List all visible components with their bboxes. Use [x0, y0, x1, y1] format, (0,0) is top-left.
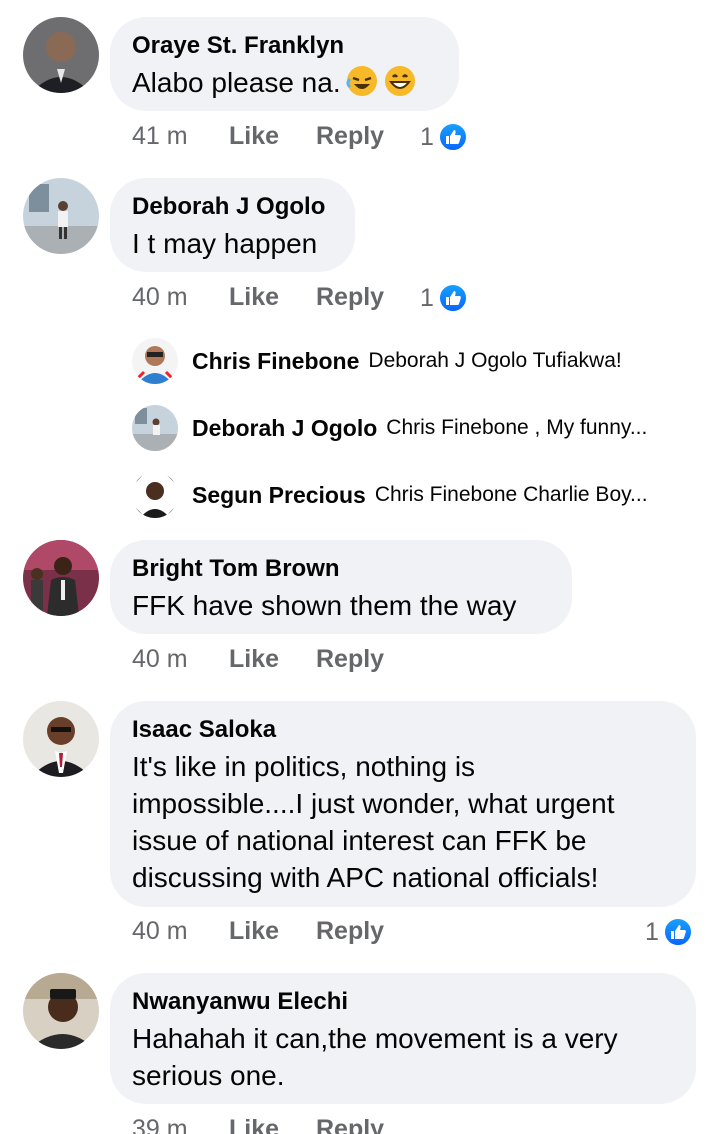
comment-time[interactable]: 40 m	[132, 645, 188, 674]
reply-author[interactable]: Segun Precious	[192, 482, 366, 509]
comment-actions: 40 m Like Reply	[132, 645, 392, 679]
avatar	[132, 338, 178, 384]
comment-time[interactable]: 40 m	[132, 917, 188, 946]
comment-actions: 40 m Like Reply	[132, 917, 392, 951]
comment-bubble: Nwanyanwu Elechi Hahahah it can,the move…	[110, 973, 696, 1104]
comment-bubble: Isaac Saloka It's like in politics, noth…	[110, 701, 696, 907]
avatar[interactable]	[23, 701, 99, 777]
comment-author[interactable]: Deborah J Ogolo	[132, 192, 333, 222]
like-button[interactable]: Like	[229, 122, 279, 151]
like-button[interactable]: Like	[229, 917, 279, 946]
reply-author[interactable]: Chris Finebone	[192, 348, 359, 375]
reaction-count[interactable]: 1	[420, 120, 468, 154]
comment-text: I t may happen	[132, 228, 318, 259]
avatar[interactable]	[23, 17, 99, 93]
comment-time[interactable]: 39 m	[132, 1115, 188, 1134]
comment-time[interactable]: 41 m	[132, 122, 188, 151]
comment-text-line: discussing with APC national officials!	[132, 862, 599, 893]
comment-text-line: impossible....I just wonder, what urgent	[132, 788, 615, 819]
reply-button[interactable]: Reply	[316, 122, 384, 151]
comment-bubble: Deborah J Ogolo I t may happen	[110, 178, 355, 272]
reply-text: Chris Finebone , My funny...	[386, 416, 648, 439]
comment-author[interactable]: Isaac Saloka	[132, 715, 674, 745]
comment-text: Hahahah it can,the movement is a very se…	[132, 1020, 674, 1094]
like-button[interactable]: Like	[229, 645, 279, 674]
reply-button[interactable]: Reply	[316, 645, 384, 674]
comment-bubble: Oraye St. Franklyn Alabo please na.	[110, 17, 459, 111]
grin-emoji	[384, 66, 415, 96]
reply-preview[interactable]: Chris Finebone Deborah J Ogolo Tufiakwa!	[132, 338, 622, 384]
avatar	[132, 472, 178, 518]
comment-bubble: Bright Tom Brown FFK have shown them the…	[110, 540, 572, 634]
comment-text-line: It's like in politics, nothing is	[132, 751, 476, 782]
comment-author[interactable]: Oraye St. Franklyn	[132, 31, 437, 61]
comment-author[interactable]: Bright Tom Brown	[132, 554, 550, 584]
reply-button[interactable]: Reply	[316, 283, 384, 312]
like-button[interactable]: Like	[229, 283, 279, 312]
rofl-emoji	[346, 66, 377, 96]
reply-text: Deborah J Ogolo Tufiakwa!	[368, 349, 622, 372]
comment-text-line: issue of national interest can FFK be	[132, 825, 587, 856]
avatar[interactable]	[23, 973, 99, 1049]
reply-preview[interactable]: Segun Precious Chris Finebone Charlie Bo…	[132, 472, 648, 518]
reply-preview[interactable]: Deborah J Ogolo Chris Finebone , My funn…	[132, 405, 647, 451]
comment-actions: 41 m Like Reply	[132, 122, 392, 156]
reply-text: Chris Finebone Charlie Boy...	[374, 483, 648, 506]
comment-text: FFK have shown them the way	[132, 590, 517, 621]
reaction-count[interactable]: 1	[420, 281, 468, 315]
avatar[interactable]	[23, 540, 99, 616]
reaction-count[interactable]: 1	[645, 915, 693, 949]
thumbs-up-icon	[437, 122, 468, 152]
reply-author[interactable]: Deborah J Ogolo	[192, 415, 377, 442]
avatar	[132, 405, 178, 451]
reply-button[interactable]: Reply	[316, 917, 384, 946]
like-button[interactable]: Like	[229, 1115, 279, 1134]
comment-actions: 39 m Like Reply	[132, 1115, 392, 1134]
comment-text: Alabo please na.	[132, 64, 437, 101]
comment-actions: 40 m Like Reply	[132, 283, 392, 317]
thumbs-up-icon	[437, 283, 468, 313]
comment-text-line: Hahahah it can,the movement is a very	[132, 1023, 618, 1054]
comment-author[interactable]: Nwanyanwu Elechi	[132, 987, 674, 1017]
comment-time[interactable]: 40 m	[132, 283, 188, 312]
comment-text-line: serious one.	[132, 1060, 285, 1091]
thumbs-up-icon	[662, 917, 693, 947]
comment-text: It's like in politics, nothing is imposs…	[132, 748, 674, 896]
reply-button[interactable]: Reply	[316, 1115, 384, 1134]
avatar[interactable]	[23, 178, 99, 254]
